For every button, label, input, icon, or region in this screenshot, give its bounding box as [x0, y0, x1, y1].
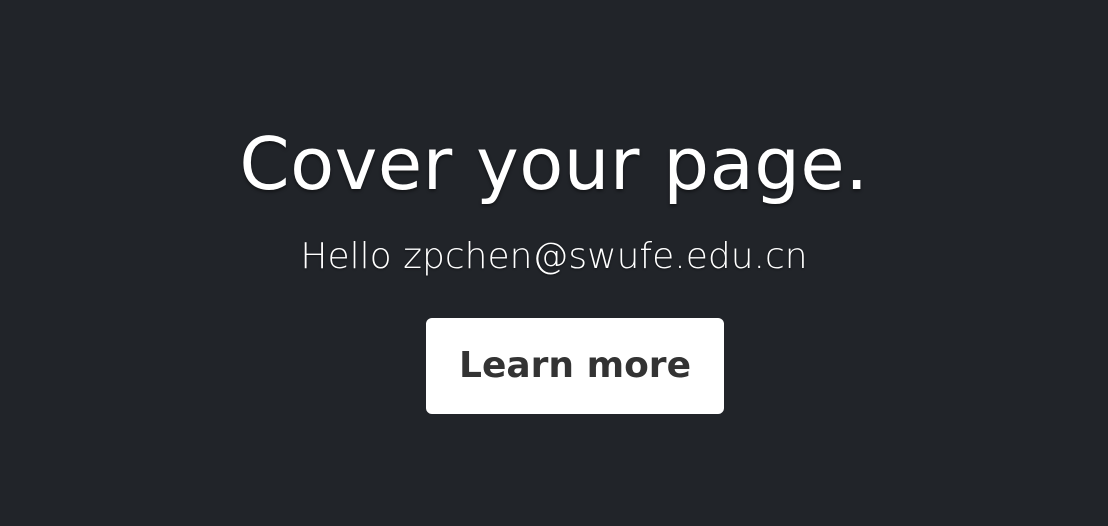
greeting-text: Hello zpchen@swufe.edu.cn: [300, 236, 808, 277]
cover-page: Cover your page. Hello zpchen@swufe.edu.…: [0, 0, 1108, 526]
learn-more-button[interactable]: Learn more: [426, 318, 724, 414]
page-title: Cover your page.: [239, 122, 869, 206]
